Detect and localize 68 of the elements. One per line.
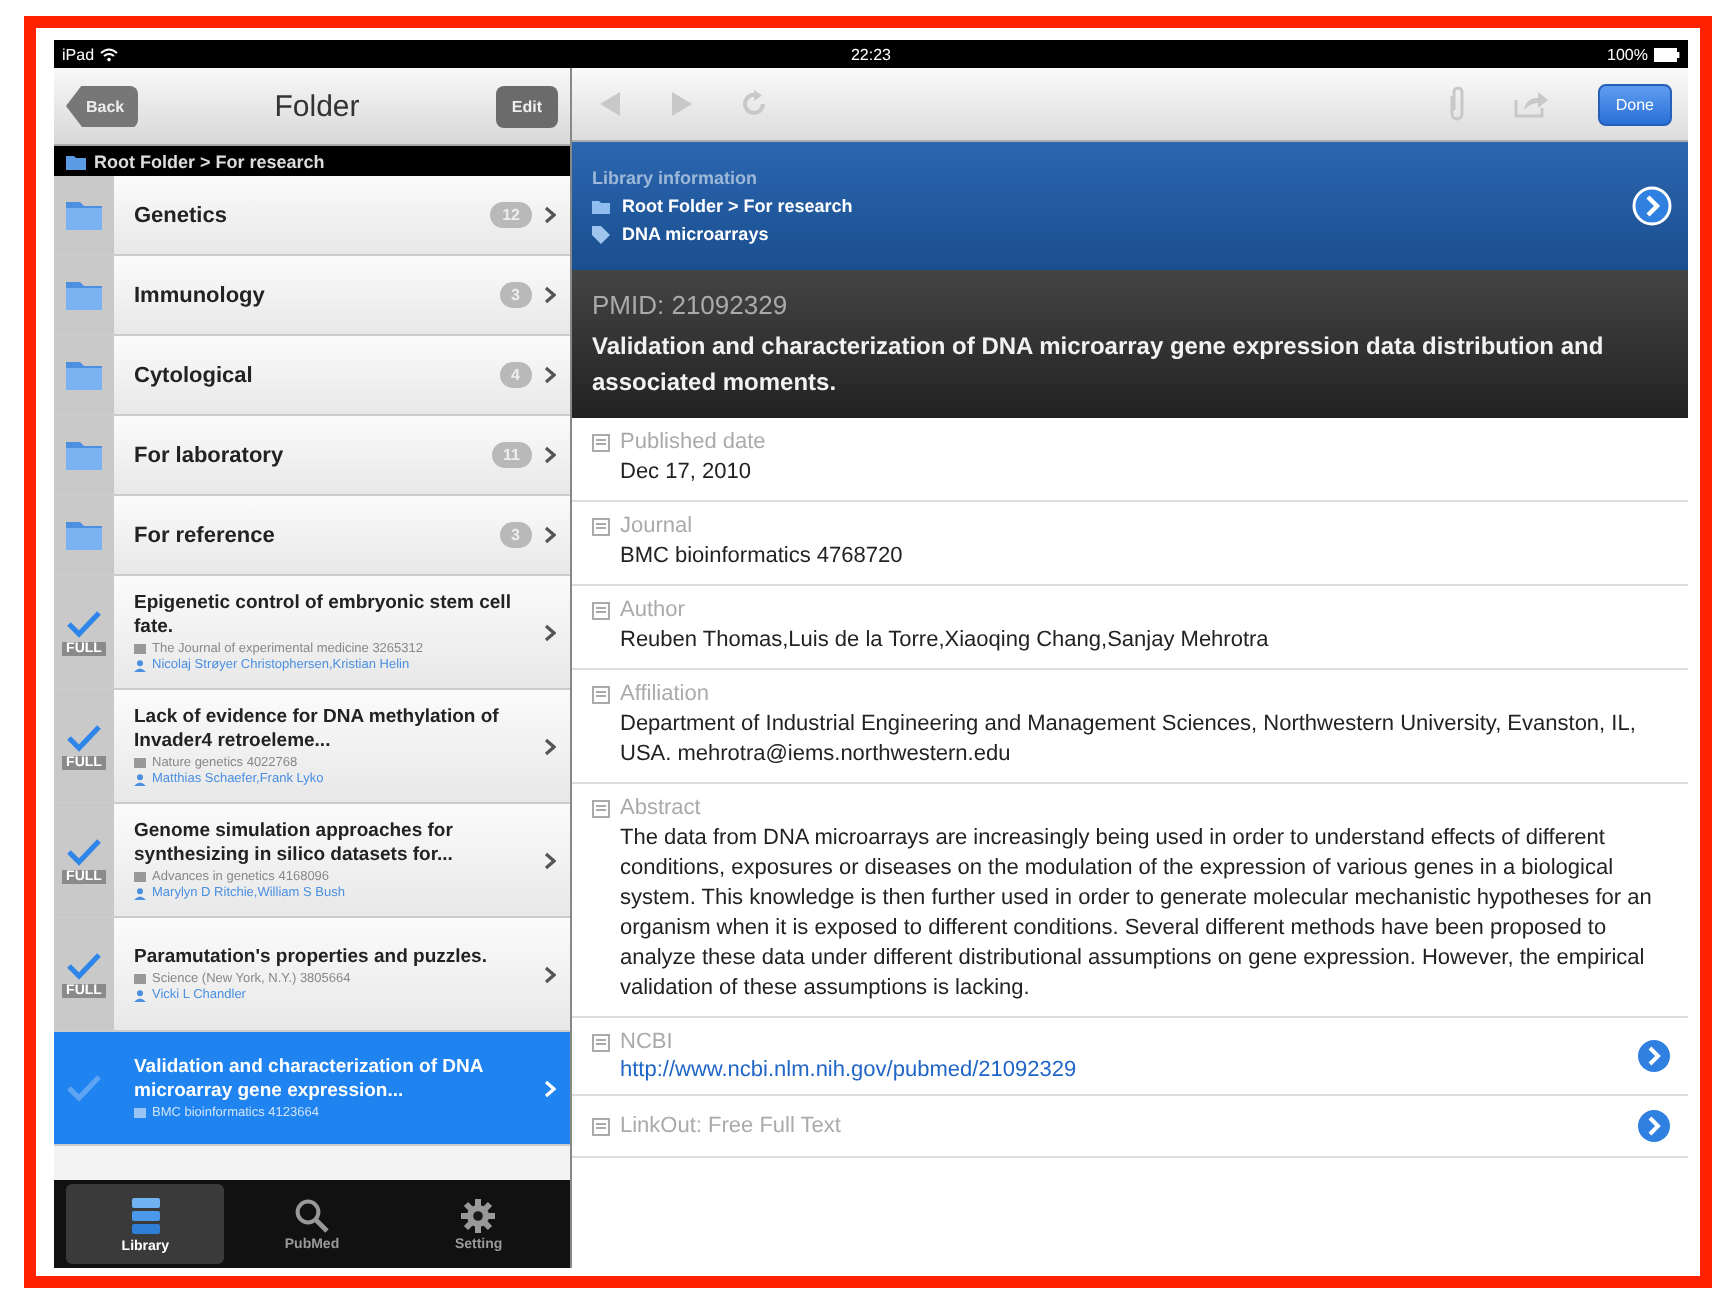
nav-title: Folder [274, 89, 360, 123]
tag-name: DNA microarrays [622, 224, 769, 244]
article-title: Genome simulation approaches for synthesizing in silico datasets for... [134, 820, 455, 868]
folder-icon [64, 198, 104, 232]
folder-icon [64, 358, 104, 392]
folder-name: For reference [132, 523, 277, 547]
ncbi-link[interactable]: http://www.ncbi.nlm.nih.gov/pubmed/21092329 [592, 1058, 1077, 1082]
field-label: Author [620, 598, 685, 622]
disclosure-icon[interactable] [1636, 1038, 1672, 1074]
back-button[interactable]: Back [66, 85, 139, 127]
chevron-icon [544, 965, 556, 983]
chevron-icon [544, 366, 556, 384]
search-icon [293, 1197, 330, 1233]
tag-icon [592, 225, 610, 243]
article-title: Epigenetic control of embryonic stem cell fate. [134, 592, 513, 640]
field-value: Dec 17, 2010 [618, 458, 753, 488]
folder-name: Immunology [132, 283, 267, 307]
breadcrumb-path: Root Folder > For research [94, 151, 325, 171]
back-arrow-icon[interactable] [600, 92, 622, 116]
pmid-label: PMID: 21092329 [592, 289, 790, 319]
folder-icon [66, 153, 86, 169]
folder-name: For laboratory [132, 443, 286, 467]
field-label: LinkOut: Free Full Text [620, 1114, 841, 1138]
article-title: Validation and characterization of DNA microarray gene expression data distribution and associated moments. [592, 329, 1606, 399]
folder-path: Root Folder > For research [622, 196, 853, 216]
field-value: BMC bioinformatics 4768720 [618, 542, 905, 572]
folder-name: Cytological [132, 363, 255, 387]
field-value: The data from DNA microarrays are increasingly being used in order to understand effects of different conditions, exposures or diseases on the modulation of the expression of various genes in a biological system. This knowledge is then further used in order to generate molecular mechanistic hypotheses for an organism when it is exposed to different conditions. Several different methods have been proposed to analyze these data under different distributional assumptions on gene expression. However, the empirical validation of these assumptions is lacking. [618, 824, 1654, 1004]
chevron-icon [544, 623, 556, 641]
folder-icon [592, 199, 610, 213]
forward-arrow-icon[interactable] [670, 92, 692, 116]
disclosure-icon[interactable] [1636, 1108, 1672, 1144]
battery-percent: 100% [1607, 45, 1648, 63]
device-name: iPad [62, 45, 95, 63]
paperclip-icon[interactable] [1447, 86, 1466, 122]
chevron-icon [544, 526, 556, 544]
folder-icon [64, 438, 104, 472]
folder-name: Genetics [132, 203, 229, 227]
clock-time: 22:23 [850, 45, 892, 63]
settings-icon [460, 1197, 497, 1233]
folder-icon [64, 518, 104, 552]
article-title: Lack of evidence for DNA methylation of Invader4 retroeleme... [134, 706, 501, 754]
refresh-icon[interactable] [740, 90, 768, 118]
chevron-icon [544, 446, 556, 464]
section-heading: Library information [592, 168, 760, 188]
folder-icon [64, 278, 104, 312]
disclosure-icon[interactable] [1632, 186, 1672, 226]
chevron-icon [544, 737, 556, 755]
field-label: Affiliation [620, 682, 709, 706]
chevron-icon [544, 1079, 556, 1097]
chevron-icon [544, 206, 556, 224]
article-title: Paramutation's properties and puzzles. [134, 946, 489, 970]
field-label: Published date [620, 430, 766, 454]
battery-icon [1654, 47, 1680, 61]
chevron-icon [544, 286, 556, 304]
share-icon[interactable] [1513, 90, 1550, 118]
document-icon [592, 799, 610, 817]
chevron-icon [544, 851, 556, 869]
library-icon [129, 1195, 162, 1235]
article-title: Validation and characterization of DNA microarray gene expression... [134, 1056, 485, 1104]
edit-button[interactable]: Edit [495, 85, 558, 127]
field-label: Journal [620, 514, 693, 538]
done-button[interactable]: Done [1597, 83, 1672, 125]
field-label: Abstract [620, 796, 701, 820]
field-value: Reuben Thomas,Luis de la Torre,Xiaoqing Chang,Sanjay Mehrotra [618, 626, 1271, 656]
wifi-icon [100, 47, 119, 61]
field-label: NCBI [620, 1030, 673, 1054]
field-value: Department of Industrial Engineering and Management Sciences, Northwestern University, Evanston, IL, USA. mehrotra@iems.northwestern.edu [618, 710, 1638, 770]
